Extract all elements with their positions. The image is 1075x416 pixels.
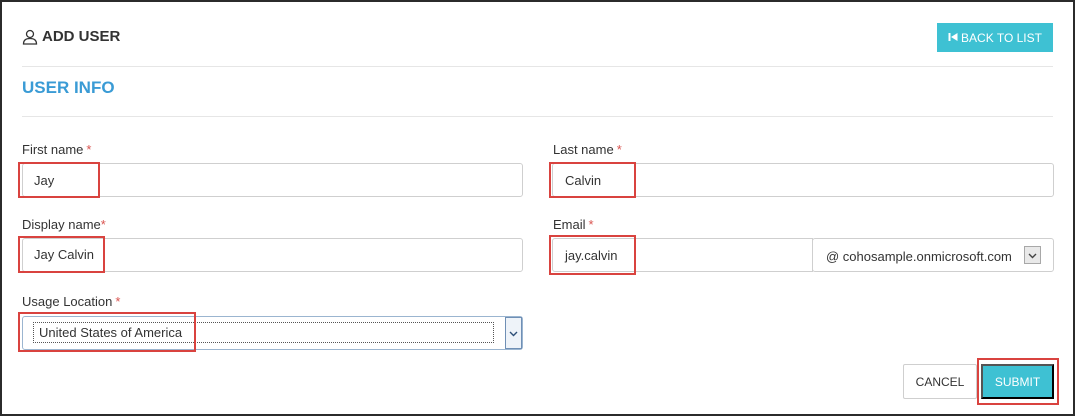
usage-location-label-text: Usage Location <box>22 294 113 309</box>
first-name-label-text: First name <box>22 142 84 157</box>
last-name-value: Calvin <box>565 172 602 188</box>
display-name-value: Jay Calvin <box>34 247 94 262</box>
display-name-highlight: Jay Calvin <box>18 236 105 273</box>
back-to-list-button[interactable]: BACK TO LIST <box>937 23 1053 52</box>
required-mark: * <box>115 294 121 309</box>
usage-location-highlight <box>18 312 196 352</box>
page-title: ADD USER <box>22 28 120 45</box>
submit-highlight <box>977 358 1059 405</box>
email-highlight: jay.calvin <box>549 235 636 275</box>
email-label: Email * <box>553 217 594 232</box>
display-name-label-text: Display name <box>22 217 101 232</box>
last-name-label-text: Last name <box>553 142 614 157</box>
user-icon <box>22 29 38 45</box>
email-domain-dropdown-button[interactable] <box>1024 246 1041 264</box>
required-mark: * <box>86 142 92 157</box>
back-to-list-label: BACK TO LIST <box>961 30 1042 45</box>
display-name-label: Display name* <box>22 217 106 232</box>
first-name-value: Jay <box>34 172 55 188</box>
required-mark: * <box>616 142 622 157</box>
last-name-label: Last name * <box>553 142 622 157</box>
page-title-text: ADD USER <box>42 28 121 45</box>
section-divider <box>22 116 1053 117</box>
add-user-panel <box>0 0 1075 416</box>
required-mark: * <box>588 217 594 232</box>
usage-location-dropdown-button[interactable] <box>505 317 522 349</box>
first-name-highlight: Jay <box>18 162 100 198</box>
required-mark: * <box>100 217 106 232</box>
last-name-highlight: Calvin <box>549 162 636 198</box>
step-backward-icon <box>948 31 958 45</box>
email-value: jay.calvin <box>565 247 618 263</box>
email-domain-value: @ cohosample.onmicrosoft.com <box>826 249 1012 264</box>
email-label-text: Email <box>553 217 586 232</box>
header-divider <box>22 66 1053 67</box>
cancel-button[interactable]: CANCEL <box>903 364 977 399</box>
section-title: USER INFO <box>22 78 115 97</box>
usage-location-label: Usage Location * <box>22 294 120 309</box>
first-name-label: First name * <box>22 142 91 157</box>
chevron-down-icon <box>1028 246 1037 264</box>
chevron-down-icon <box>509 324 518 342</box>
